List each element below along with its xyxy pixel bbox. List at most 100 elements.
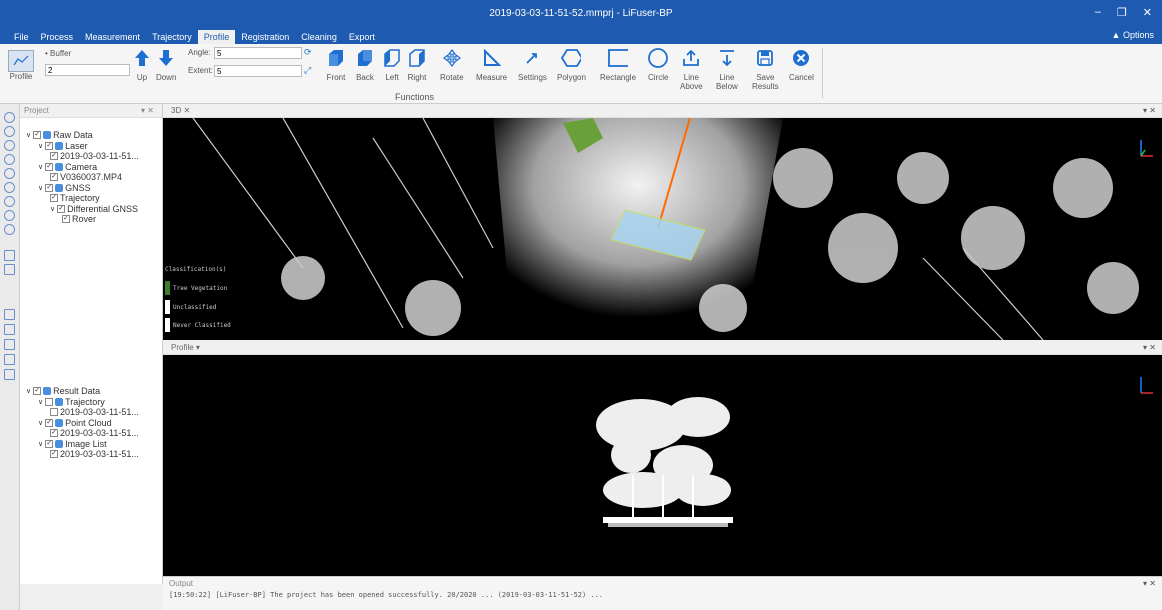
tree-checkbox[interactable]: ✓ xyxy=(62,215,70,223)
view-controls-icon[interactable]: ▾ ✕ xyxy=(1143,106,1156,115)
save-results-button[interactable]: Save Results xyxy=(752,48,779,91)
tool-circle-icon-8[interactable] xyxy=(4,210,15,221)
tree-checkbox[interactable]: ✓ xyxy=(45,162,54,171)
menu-cleaning[interactable]: Cleaning xyxy=(295,30,343,44)
menu-file[interactable]: File xyxy=(8,30,35,44)
tree-checkbox[interactable]: ✓ xyxy=(57,204,66,213)
output-controls-icon[interactable]: ▾ ✕ xyxy=(1143,579,1156,588)
buffer-input[interactable] xyxy=(45,64,130,76)
tool-panel-icon-4[interactable] xyxy=(4,354,15,365)
output-tab[interactable]: Output xyxy=(163,577,1162,590)
view-3d[interactable]: Classification(s) Tree Vegetation Unclas… xyxy=(163,118,1162,340)
tree-checkbox[interactable]: ✓ xyxy=(33,387,42,395)
tree-item[interactable]: ✓ Trajectory xyxy=(50,193,100,203)
tree-checkbox[interactable] xyxy=(45,397,54,406)
tree-checkbox[interactable]: ✓ xyxy=(50,429,58,437)
expand-chevron-icon[interactable]: ∨ xyxy=(38,398,43,406)
tab-close-icon[interactable]: ✕ xyxy=(183,106,190,115)
polygon-button[interactable]: Polygon xyxy=(557,48,586,82)
tab-profile[interactable]: Profile xyxy=(171,343,194,352)
tree-checkbox[interactable]: ✓ xyxy=(50,173,58,181)
measure-button[interactable]: Measure xyxy=(476,48,507,82)
tree-item[interactable]: ✓ V0360037.MP4 xyxy=(50,172,122,182)
panel-pin-icon[interactable]: ▾ ✕ xyxy=(141,106,154,115)
tool-panel-icon-5[interactable] xyxy=(4,369,15,380)
tool-circle-icon-5[interactable] xyxy=(4,168,15,179)
tree-checkbox[interactable]: ✓ xyxy=(45,183,54,192)
tree-item[interactable]: ∨ Trajectory xyxy=(38,397,105,407)
down-button[interactable]: Down xyxy=(156,48,176,82)
extent-expand-icon[interactable]: ⤢ xyxy=(304,65,311,76)
menu-process[interactable]: Process xyxy=(35,30,80,44)
expand-chevron-icon[interactable]: ∨ xyxy=(26,131,31,139)
settings-button[interactable]: Settings xyxy=(518,48,547,82)
rotate-button[interactable]: Rotate xyxy=(440,48,464,82)
tool-circle-icon-7[interactable] xyxy=(4,196,15,207)
back-view-button[interactable]: Back xyxy=(355,48,375,82)
profile-controls-icon[interactable]: ▾ ✕ xyxy=(1143,343,1156,352)
tree-item[interactable]: ∨ ✓ GNSS xyxy=(38,183,91,193)
tree-item[interactable]: ∨ ✓ Raw Data xyxy=(26,130,93,140)
front-view-button[interactable]: Front xyxy=(326,48,346,82)
tree-item[interactable]: ∨ ✓ Camera xyxy=(38,162,97,172)
rotate-angle-icon[interactable]: ⟳ xyxy=(304,47,312,58)
tool-circle-icon-3[interactable] xyxy=(4,140,15,151)
tree-item[interactable]: ∨ ✓ Laser xyxy=(38,141,88,151)
expand-chevron-icon[interactable]: ∨ xyxy=(38,419,43,427)
tool-circle-icon-4[interactable] xyxy=(4,154,15,165)
minimize-button[interactable]: – xyxy=(1095,6,1101,19)
tree-item[interactable]: ✓ 2019-03-03-11-51... xyxy=(50,449,139,459)
tool-circle-icon-6[interactable] xyxy=(4,182,15,193)
expand-chevron-icon[interactable]: ∨ xyxy=(38,142,43,150)
tool-panel-icon-1[interactable] xyxy=(4,309,15,320)
tool-grid-icon-2[interactable] xyxy=(4,264,15,275)
angle-input[interactable] xyxy=(214,47,302,59)
menu-trajectory[interactable]: Trajectory xyxy=(146,30,198,44)
menu-export[interactable]: Export xyxy=(343,30,381,44)
tree-item[interactable]: ✓ Rover xyxy=(62,214,96,224)
tree-item[interactable]: ∨ ✓ Image List xyxy=(38,439,107,449)
expand-chevron-icon[interactable]: ∨ xyxy=(50,205,55,213)
options-menu[interactable]: ▲ Options xyxy=(1112,30,1154,40)
tree-checkbox[interactable]: ✓ xyxy=(45,439,54,448)
line-below-button[interactable]: Line Below xyxy=(716,48,738,91)
tool-circle-icon-9[interactable] xyxy=(4,224,15,235)
up-button[interactable]: Up xyxy=(132,48,152,82)
tree-checkbox[interactable] xyxy=(50,408,58,416)
profile-button[interactable]: Profile xyxy=(8,50,34,81)
tree-checkbox[interactable]: ✓ xyxy=(50,450,58,458)
menu-profile[interactable]: Profile xyxy=(197,30,236,44)
left-view-button[interactable]: Left xyxy=(382,48,402,82)
tree-checkbox[interactable]: ✓ xyxy=(50,194,58,202)
cancel-button[interactable]: Cancel xyxy=(789,48,814,82)
tool-grid-icon-1[interactable] xyxy=(4,250,15,261)
menu-measurement[interactable]: Measurement xyxy=(79,30,146,44)
tree-checkbox[interactable]: ✓ xyxy=(50,152,58,160)
tree-checkbox[interactable]: ✓ xyxy=(45,141,54,150)
tree-checkbox[interactable]: ✓ xyxy=(33,131,42,139)
right-view-button[interactable]: Right xyxy=(407,48,427,82)
tree-item[interactable]: ✓ 2019-03-03-11-51... xyxy=(50,151,139,161)
tool-circle-icon-2[interactable] xyxy=(4,126,15,137)
buffer-option[interactable]: • Buffer xyxy=(45,49,71,58)
tree-item[interactable]: ∨ ✓ Result Data xyxy=(26,386,100,396)
view-profile[interactable] xyxy=(163,355,1162,576)
tool-panel-icon-3[interactable] xyxy=(4,339,15,350)
tool-panel-icon-2[interactable] xyxy=(4,324,15,335)
tree-item[interactable]: ∨ ✓ Point Cloud xyxy=(38,418,112,428)
extent-input[interactable] xyxy=(214,65,302,77)
tree-item[interactable]: 2019-03-03-11-51... xyxy=(50,407,139,417)
tab-3d[interactable]: 3D xyxy=(171,106,181,115)
circle-button[interactable]: Circle xyxy=(648,48,668,82)
line-above-button[interactable]: Line Above xyxy=(680,48,703,91)
tool-circle-icon-1[interactable] xyxy=(4,112,15,123)
expand-chevron-icon[interactable]: ∨ xyxy=(38,440,43,448)
tree-checkbox[interactable]: ✓ xyxy=(45,418,54,427)
menu-registration[interactable]: Registration xyxy=(235,30,295,44)
tree-item[interactable]: ✓ 2019-03-03-11-51... xyxy=(50,428,139,438)
profile-tab-menu-icon[interactable]: ▾ xyxy=(196,343,200,352)
tree-item[interactable]: ∨ ✓ Differential GNSS xyxy=(50,204,138,214)
expand-chevron-icon[interactable]: ∨ xyxy=(38,184,43,192)
expand-chevron-icon[interactable]: ∨ xyxy=(38,163,43,171)
restore-button[interactable]: ❐ xyxy=(1117,6,1127,19)
